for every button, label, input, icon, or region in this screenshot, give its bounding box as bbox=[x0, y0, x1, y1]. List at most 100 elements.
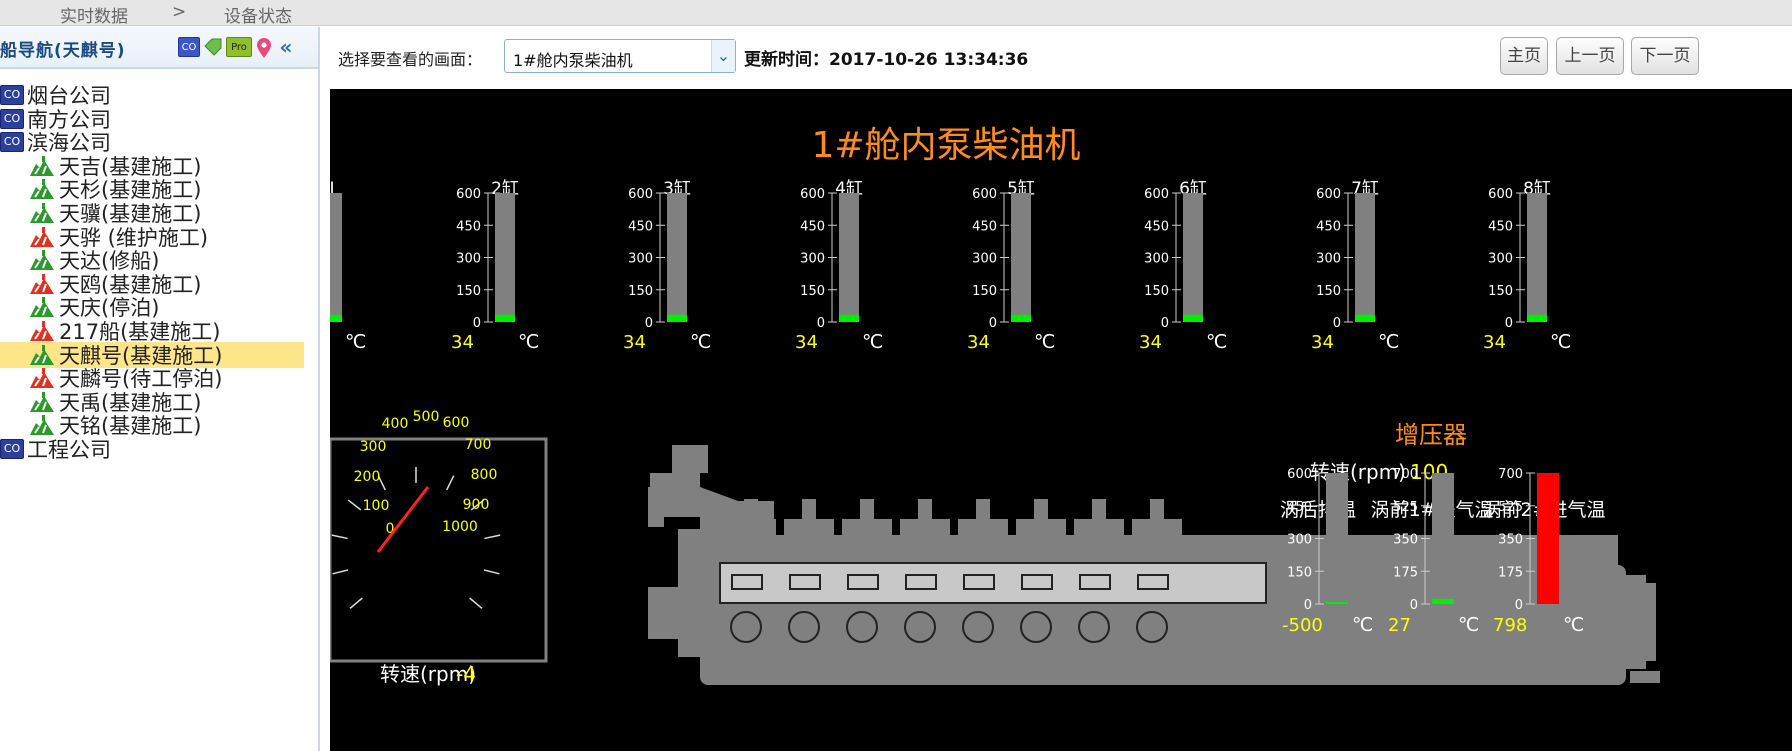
cylinder-bar-bg bbox=[839, 193, 859, 322]
engine-cylinder-heads bbox=[726, 499, 1182, 537]
turbo-tick-label: 150 bbox=[1287, 565, 1312, 580]
update-time: 更新时间：2017-10-26 13:34:36 bbox=[744, 45, 1028, 70]
turbo-bar-fill bbox=[1537, 473, 1559, 604]
view-select[interactable]: 1#舱内泵柴油机 ⌄ bbox=[504, 39, 736, 73]
update-time-value: 2017-10-26 13:34:36 bbox=[829, 50, 1029, 70]
collapse-icon[interactable]: « bbox=[276, 37, 296, 57]
home-button[interactable]: 主页 bbox=[1500, 37, 1548, 75]
cylinder-unit: ℃ bbox=[345, 331, 366, 353]
rpm-value: -4 bbox=[456, 662, 476, 686]
next-page-button[interactable]: 下一页 bbox=[1631, 37, 1699, 75]
cylinder-tick-label: 0 bbox=[1161, 316, 1169, 331]
cylinder-tick-label: 300 bbox=[628, 252, 653, 267]
cylinder-value: 34 bbox=[1483, 332, 1506, 353]
breadcrumb-separator: > bbox=[172, 2, 187, 22]
cylinder-bar-bg bbox=[1527, 193, 1547, 322]
cylinder-value: 34 bbox=[795, 332, 818, 353]
cylinder-tick-label: 600 bbox=[456, 187, 481, 202]
company-icon: CO bbox=[0, 108, 24, 129]
company-icon: CO bbox=[0, 132, 24, 153]
cylinder-tick-label: 300 bbox=[800, 252, 825, 267]
company-icon: CO bbox=[0, 85, 24, 105]
turbo-tick-label: 525 bbox=[1498, 500, 1523, 515]
rpm-gauge-label: 900 bbox=[463, 497, 490, 513]
sidebar-title: 船导航(天麒号) bbox=[0, 41, 126, 61]
cylinder-tick-label: 0 bbox=[1505, 316, 1513, 331]
cylinder-bar-fill bbox=[839, 314, 859, 322]
breadcrumb: 实时数据 > 设备状态 bbox=[0, 0, 1792, 27]
sidebar: 船导航(天麒号) CO Pro « CO 烟台公司 CO 南方公司 CO 滨海公司 天吉(基… bbox=[0, 27, 320, 751]
rpm-gauge-label: 800 bbox=[471, 467, 498, 483]
cylinder-tick-label: 300 bbox=[1144, 252, 1169, 267]
turbo-tick-label: 175 bbox=[1498, 565, 1523, 580]
cylinder-tick-label: 0 bbox=[473, 316, 481, 331]
rpm-gauge-label: 200 bbox=[354, 469, 381, 485]
cylinder-bar-fill bbox=[495, 314, 515, 322]
rpm-gauge-label: 600 bbox=[443, 415, 470, 431]
cylinder-unit: ℃ bbox=[1378, 331, 1399, 353]
ship-icon bbox=[30, 179, 54, 200]
cylinder-unit: ℃ bbox=[862, 331, 883, 353]
tag-icon[interactable] bbox=[203, 37, 223, 57]
ship-icon bbox=[30, 344, 54, 365]
ship-icon bbox=[30, 273, 54, 294]
turbo-tick-label: 350 bbox=[1393, 533, 1418, 548]
pro-icon[interactable]: Pro bbox=[226, 37, 252, 57]
tree-company-item[interactable]: CO 工程公司 bbox=[0, 436, 318, 462]
cylinder-tick-label: 300 bbox=[1316, 252, 1341, 267]
company-icon: CO bbox=[0, 439, 24, 459]
view-select-value: 1#舱内泵柴油机 bbox=[513, 51, 633, 70]
prev-page-button[interactable]: 上一页 bbox=[1556, 37, 1624, 75]
cylinder-tick-label: 300 bbox=[1488, 252, 1513, 267]
cylinder-tick-label: 150 bbox=[1144, 284, 1169, 299]
cylinder-tick-label: 450 bbox=[456, 219, 481, 234]
rpm-gauge-label: 500 bbox=[413, 409, 440, 425]
cylinder-bar-fill bbox=[1527, 314, 1547, 322]
cylinder-bar-bg bbox=[1355, 193, 1375, 322]
panel-title: 1#舱内泵柴油机 bbox=[811, 125, 1080, 166]
turbo-tick-label: 450 bbox=[1287, 500, 1312, 515]
cylinder-value: 34 bbox=[451, 332, 474, 353]
breadcrumb-realtime[interactable]: 实时数据 bbox=[60, 2, 128, 27]
cylinder-tick-label: 450 bbox=[1316, 219, 1341, 234]
tree-item-label: 工程公司 bbox=[27, 438, 111, 462]
chevron-down-icon[interactable]: ⌄ bbox=[711, 40, 735, 72]
cylinder-tick-label: 600 bbox=[800, 187, 825, 202]
cylinder-tick-label: 450 bbox=[800, 219, 825, 234]
ship-icon bbox=[30, 321, 54, 341]
cylinder-bar-fill bbox=[330, 314, 342, 322]
turbo-speed-label: 转速(rpm) bbox=[1310, 460, 1406, 484]
sidebar-header: 船导航(天麒号) CO Pro « bbox=[0, 27, 318, 69]
turbo-bar-bg bbox=[1326, 473, 1348, 604]
cylinder-bar-fill bbox=[667, 314, 687, 322]
cylinder-gauge: 5缸600450300150034 ℃ bbox=[967, 178, 1055, 353]
cylinder-unit: ℃ bbox=[518, 331, 539, 353]
cylinder-tick-label: 150 bbox=[1316, 284, 1341, 299]
turbo-gauge-value: -500 bbox=[1282, 615, 1323, 636]
turbo-tick-label: 300 bbox=[1287, 533, 1312, 548]
cylinder-tick-label: 0 bbox=[817, 316, 825, 331]
rpm-gauge-label: 300 bbox=[360, 439, 387, 455]
select-view-label: 选择要查看的画面： bbox=[338, 50, 483, 69]
cylinder-tick-label: 450 bbox=[628, 219, 653, 234]
rpm-gauge-label: 100 bbox=[363, 498, 390, 514]
turbo-gauge-value: 27 bbox=[1388, 615, 1411, 636]
ship-icon bbox=[30, 250, 54, 271]
cylinder-tick-label: 0 bbox=[989, 316, 997, 331]
co-icon[interactable]: CO bbox=[178, 37, 200, 57]
cylinder-bar-fill bbox=[1011, 314, 1031, 322]
rpm-gauge-label: 700 bbox=[465, 437, 492, 453]
cylinder-tick-label: 450 bbox=[1488, 219, 1513, 234]
turbo-tick-label: 0 bbox=[1515, 598, 1523, 613]
ship-icon bbox=[30, 203, 54, 223]
turbo-tick-label: 600 bbox=[1287, 467, 1312, 482]
cylinder-gauge: 7缸600450300150034 ℃ bbox=[1311, 178, 1399, 353]
turbo-bar-fill bbox=[1326, 602, 1348, 604]
turbo-tick-label: 525 bbox=[1393, 500, 1418, 515]
location-pin-icon[interactable] bbox=[255, 37, 273, 58]
cylinder-tick-label: 150 bbox=[800, 284, 825, 299]
ship-icon bbox=[30, 391, 54, 412]
cylinder-unit: ℃ bbox=[690, 331, 711, 353]
cylinder-bar-bg bbox=[495, 193, 515, 322]
engine-monitor-panel: 1#舱内泵柴油机 0 100 200 300 400 500 600 700 800 900 100… bbox=[330, 89, 1792, 751]
